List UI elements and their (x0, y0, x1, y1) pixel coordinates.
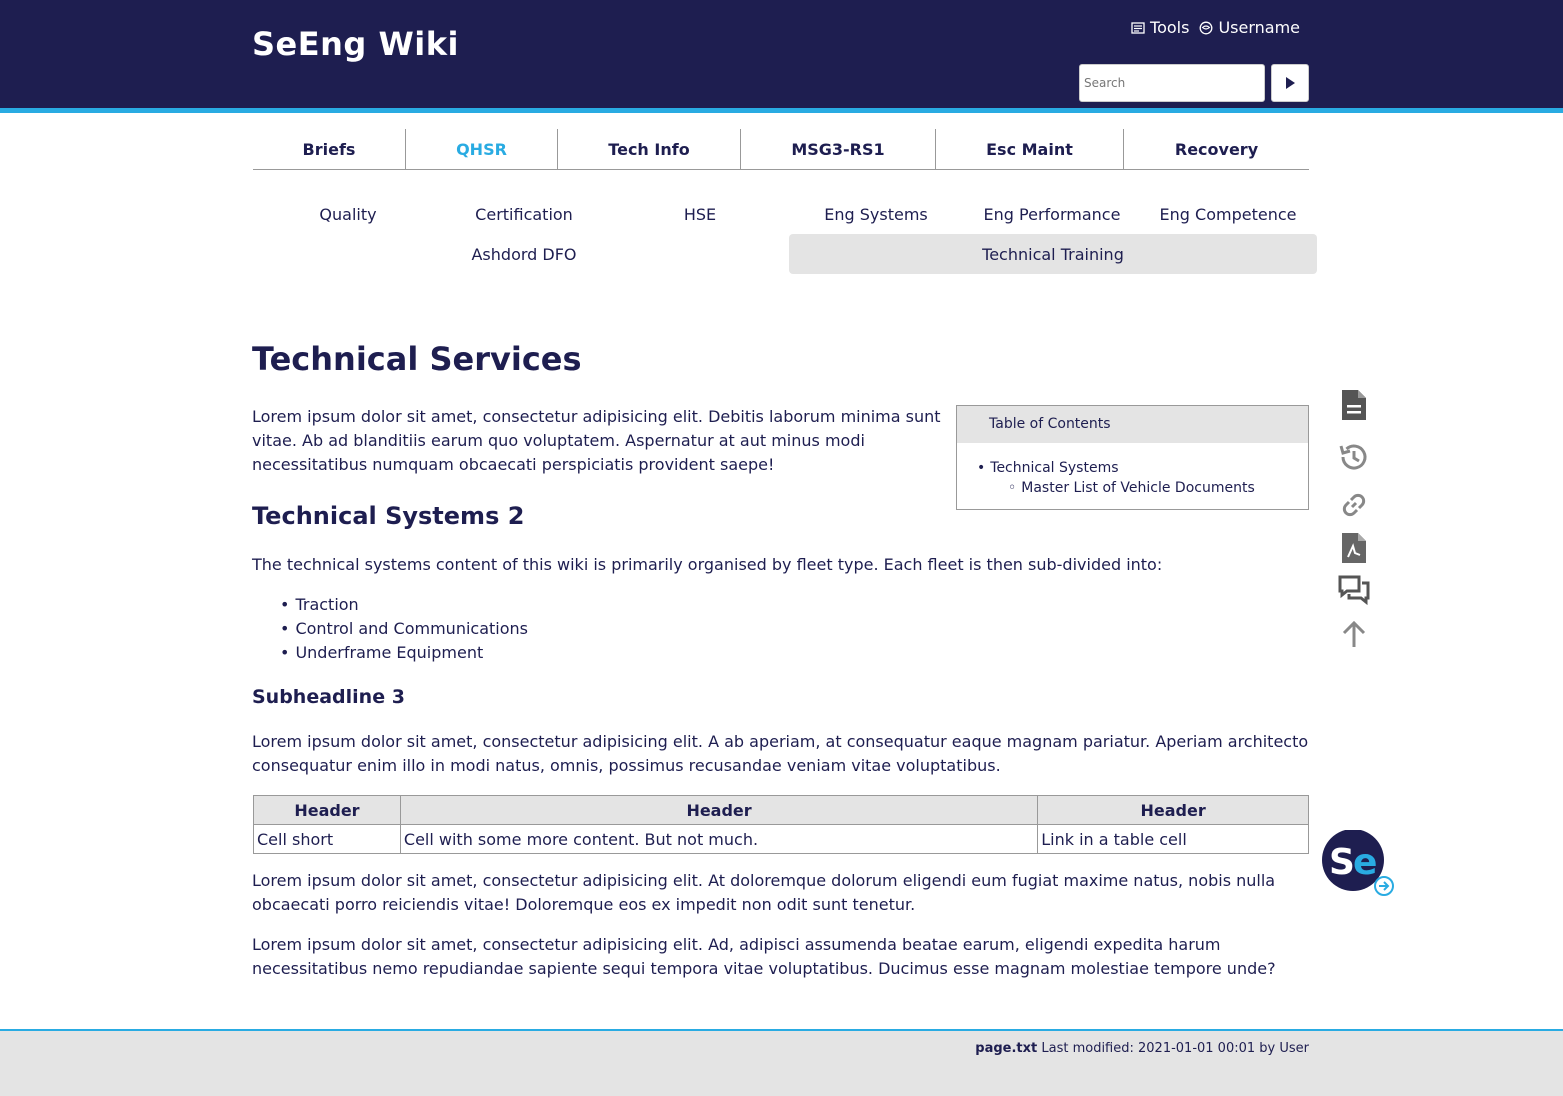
discussion-icon (1338, 575, 1370, 606)
systems-list: Traction Control and Communications Unde… (280, 593, 528, 665)
table-cell: Cell short (253, 824, 401, 854)
logo-letter-s: S (1329, 842, 1355, 883)
link-icon (1342, 493, 1366, 517)
paragraph-4: Lorem ipsum dolor sit amet, consectetur … (252, 935, 1276, 978)
subnav-ashdord-dfo[interactable]: Ashdord DFO (436, 234, 612, 274)
page-title: Technical Services (252, 340, 582, 378)
page-info: page.txt Last modified: 2021-01-01 00:01… (975, 1041, 1309, 1056)
tools-label: Tools (1150, 18, 1190, 37)
discussion-button[interactable] (1334, 570, 1374, 610)
history-button[interactable] (1334, 437, 1374, 477)
tab-tech-info[interactable]: Tech Info (558, 129, 741, 169)
subnav-technical-training[interactable]: Technical Training (789, 234, 1317, 274)
back-to-top-icon (1342, 620, 1366, 647)
content-table: Header Header Header Cell short Cell wit… (253, 795, 1309, 854)
tab-briefs[interactable]: Briefs (253, 129, 406, 169)
tab-qhsr[interactable]: QHSR (406, 129, 558, 169)
tools-icon (1131, 21, 1145, 34)
toc-list: Technical Systems Master List of Vehicle… (957, 443, 1308, 498)
site-header: SeEng Wiki Tools Username (0, 0, 1563, 108)
backlinks-button[interactable] (1334, 485, 1374, 525)
table-header: Header (253, 795, 401, 825)
subnav-hse[interactable]: HSE (612, 194, 788, 234)
se-logo-icon: S e (1322, 829, 1394, 896)
logo-letter-e: e (1353, 842, 1377, 883)
export-pdf-button[interactable] (1334, 528, 1374, 568)
tab-recovery[interactable]: Recovery (1124, 129, 1309, 169)
table-cell-link[interactable]: Link in a table cell (1037, 824, 1309, 854)
page-filename: page.txt (975, 1041, 1038, 1056)
main-nav: Briefs QHSR Tech Info MSG3-RS1 Esc Maint… (253, 129, 1309, 170)
subnav-eng-competence[interactable]: Eng Competence (1140, 194, 1316, 234)
user-menu[interactable]: Username (1199, 18, 1300, 37)
username-label: Username (1218, 18, 1300, 37)
table-header: Header (399, 795, 1039, 825)
pdf-icon (1342, 533, 1366, 563)
list-item: Control and Communications (280, 617, 528, 641)
user-tools: Tools Username (1131, 18, 1300, 37)
search-input[interactable] (1079, 64, 1265, 102)
table-header: Header (1037, 795, 1309, 825)
intro-paragraph: Lorem ipsum dolor sit amet, consectetur … (252, 407, 941, 474)
show-page-button[interactable] (1334, 385, 1374, 425)
page-footer: page.txt Last modified: 2021-01-01 00:01… (0, 1031, 1563, 1096)
toc-title[interactable]: Table of Contents (957, 406, 1308, 443)
paragraph-3: Lorem ipsum dolor sit amet, consectetur … (252, 871, 1276, 914)
subnav-quality[interactable]: Quality (260, 194, 436, 234)
tab-esc-maint[interactable]: Esc Maint (936, 129, 1124, 169)
table-row: Cell short Cell with some more content. … (253, 824, 1309, 854)
play-icon (1286, 77, 1295, 89)
subheadline: Subheadline 3 (252, 686, 405, 708)
list-item: Underframe Equipment (280, 641, 528, 665)
tools-menu[interactable]: Tools (1131, 18, 1189, 37)
systems-intro-paragraph: The technical systems content of this wi… (252, 555, 1163, 574)
subnav-certification[interactable]: Certification (436, 194, 612, 234)
table-header-row: Header Header Header (253, 795, 1309, 825)
site-title[interactable]: SeEng Wiki (252, 25, 459, 63)
table-of-contents: Table of Contents Technical Systems Mast… (956, 405, 1309, 510)
section-heading: Technical Systems 2 (252, 502, 525, 530)
table-cell: Cell with some more content. But not muc… (399, 824, 1039, 854)
search-button[interactable] (1271, 64, 1309, 102)
subnav-eng-systems[interactable]: Eng Systems (788, 194, 964, 234)
back-to-top-button[interactable] (1334, 614, 1374, 654)
toc-item-master-list[interactable]: Master List of Vehicle Documents (977, 478, 1308, 498)
header-accent-stripe (0, 108, 1563, 113)
paragraph-2: Lorem ipsum dolor sit amet, consectetur … (252, 732, 1309, 775)
toc-item-technical-systems[interactable]: Technical Systems (977, 458, 1308, 478)
subnav-eng-performance[interactable]: Eng Performance (964, 194, 1140, 234)
list-item: Traction (280, 593, 528, 617)
history-icon (1339, 444, 1367, 470)
tab-msg3-rs1[interactable]: MSG3-RS1 (741, 129, 936, 169)
last-modified: Last modified: 2021-01-01 00:01 by User (1041, 1041, 1309, 1056)
user-icon (1199, 21, 1213, 34)
document-icon (1342, 390, 1366, 420)
se-logo-badge[interactable]: S e (1321, 829, 1395, 896)
